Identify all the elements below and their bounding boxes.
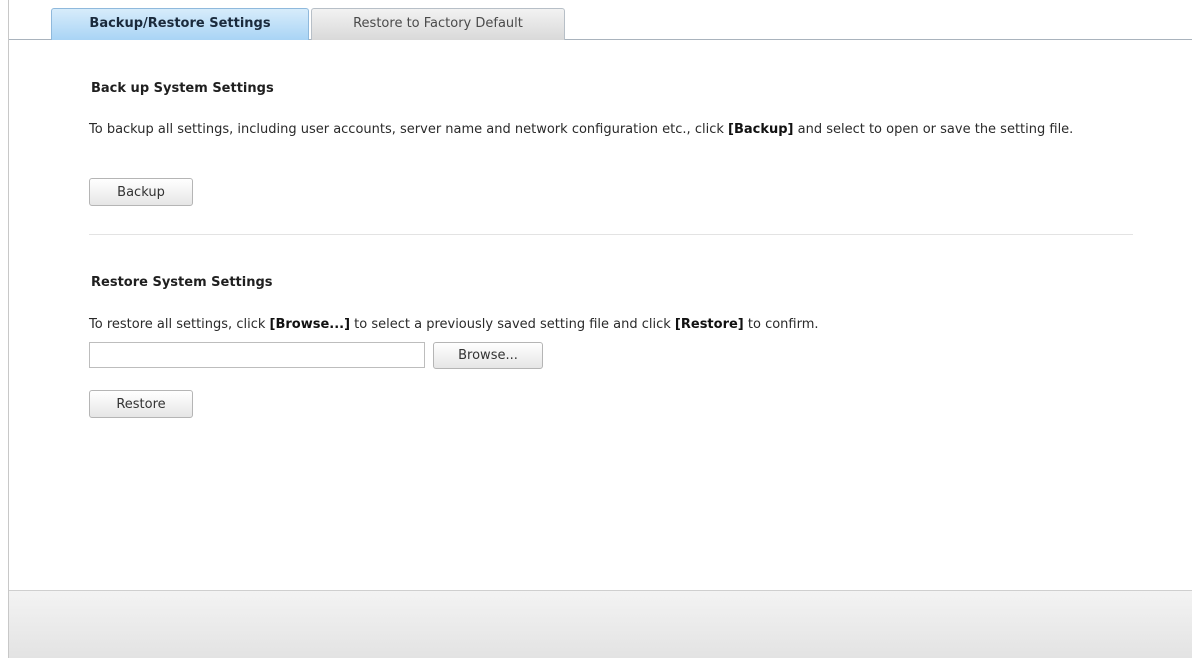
restore-section-heading: Restore System Settings <box>91 275 273 290</box>
restore-desc-text: To restore all settings, click <box>89 317 270 332</box>
section-divider <box>89 234 1133 235</box>
restore-desc-bold-browse: [Browse...] <box>269 317 351 332</box>
restore-desc-text-end: to confirm. <box>743 317 819 332</box>
restore-description: To restore all settings, click [Browse..… <box>89 317 1149 333</box>
restore-file-path-input[interactable] <box>89 342 425 368</box>
backup-desc-bold: [Backup] <box>728 122 794 137</box>
backup-description: To backup all settings, including user a… <box>89 122 1149 138</box>
tab-label: Restore to Factory Default <box>353 16 523 31</box>
restore-desc-text-middle: to select a previously saved setting fil… <box>350 317 675 332</box>
backup-button[interactable]: Backup <box>89 178 193 206</box>
backup-desc-text: To backup all settings, including user a… <box>89 122 728 137</box>
settings-panel: Backup/Restore Settings Restore to Facto… <box>8 0 1192 658</box>
tab-restore-factory-default[interactable]: Restore to Factory Default <box>311 8 565 40</box>
restore-desc-bold-restore: [Restore] <box>674 317 744 332</box>
restore-button[interactable]: Restore <box>89 390 193 418</box>
backup-section-heading: Back up System Settings <box>91 81 274 96</box>
browse-button[interactable]: Browse... <box>433 342 543 369</box>
footer-bar <box>9 590 1192 658</box>
tab-bar: Backup/Restore Settings Restore to Facto… <box>9 8 1192 40</box>
tab-label: Backup/Restore Settings <box>89 16 271 31</box>
backup-desc-text-end: and select to open or save the setting f… <box>793 122 1074 137</box>
tab-backup-restore-settings[interactable]: Backup/Restore Settings <box>51 8 309 40</box>
